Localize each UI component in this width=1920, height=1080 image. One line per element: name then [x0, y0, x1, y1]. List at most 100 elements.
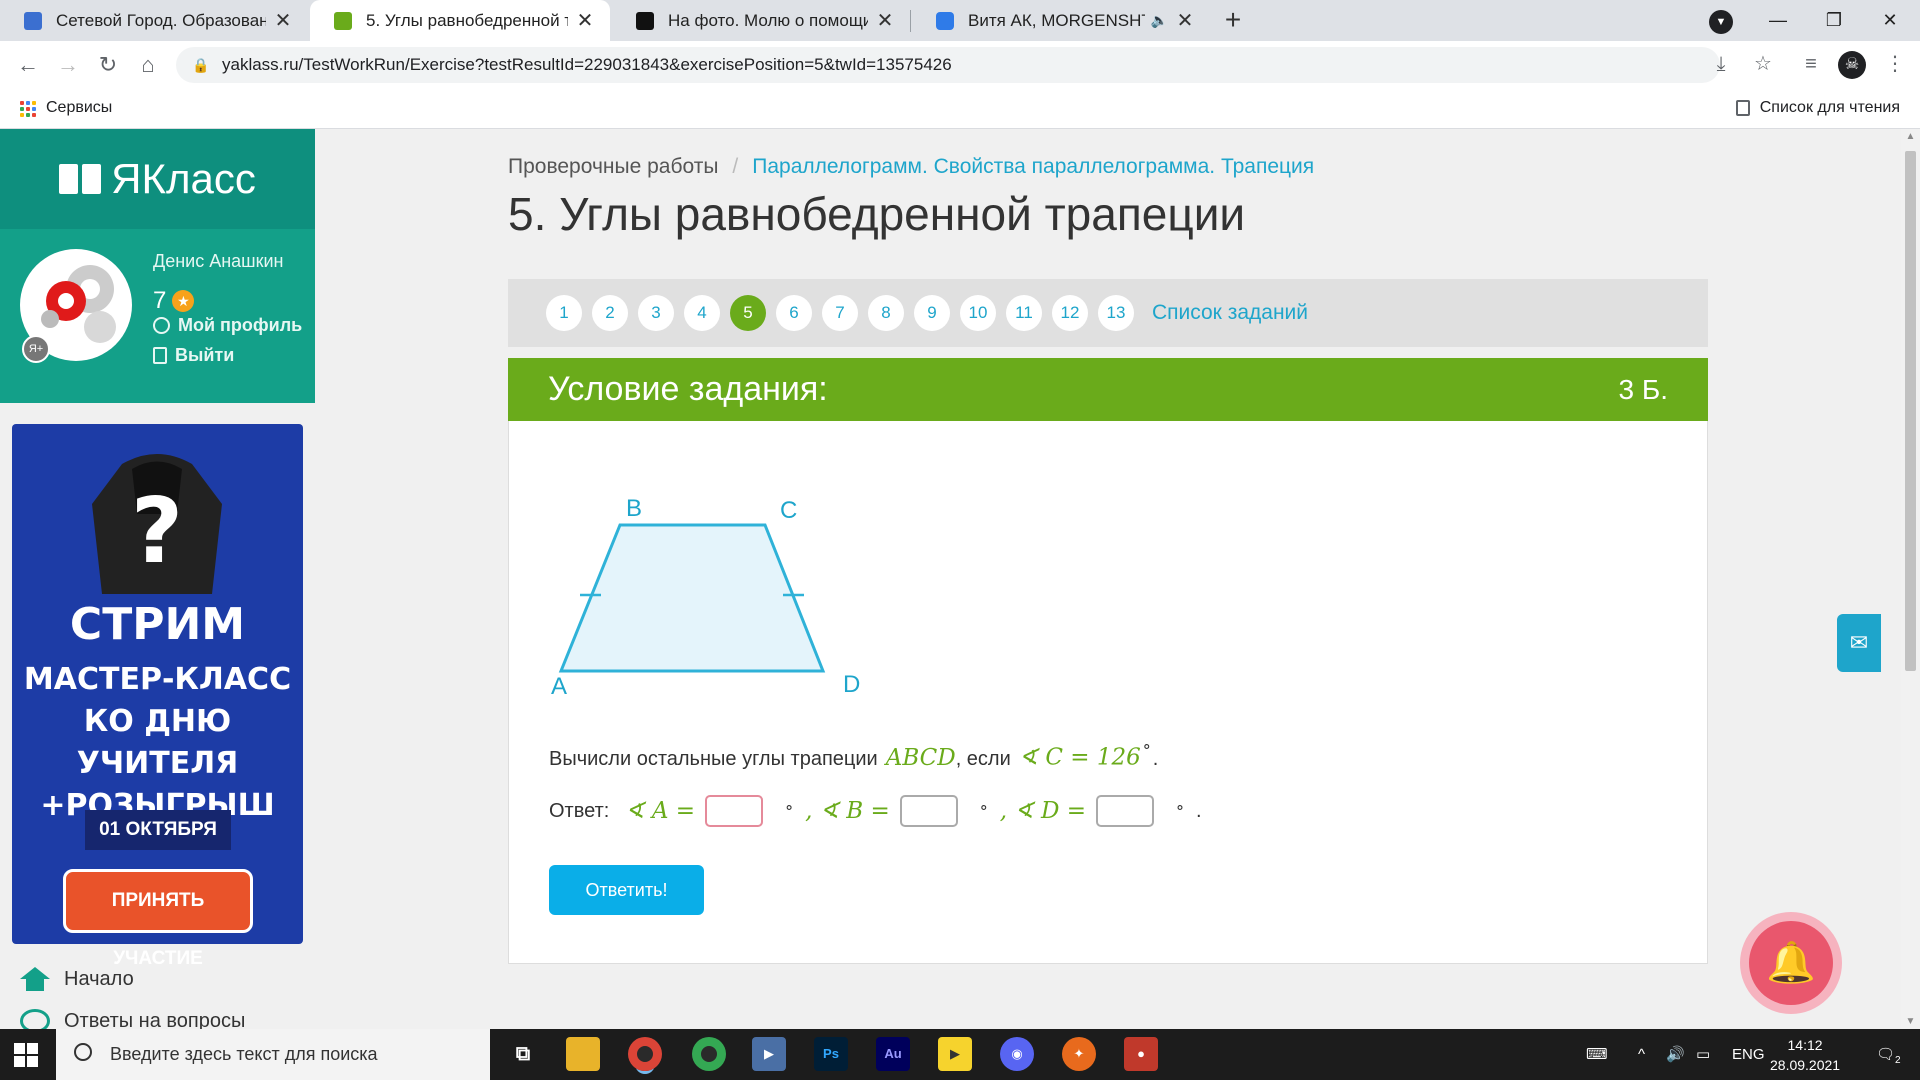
question-circle-icon	[20, 1009, 50, 1029]
tab-close-icon[interactable]: ✕	[1174, 8, 1196, 33]
fl-studio-icon[interactable]: ✦	[1062, 1037, 1096, 1071]
breadcrumb-link[interactable]: Параллелограмм. Свойства параллелограмма…	[752, 155, 1314, 179]
banner-line-1: МАСТЕР-КЛАСС	[23, 662, 292, 697]
reload-icon[interactable]: ↻	[92, 49, 124, 81]
reading-list-label: Список для чтения	[1759, 99, 1900, 116]
question-number-13[interactable]: 13	[1098, 295, 1134, 331]
back-arrow-icon[interactable]: ←	[12, 49, 44, 81]
condition-expr: ∢ C = 126	[1018, 744, 1141, 771]
media-player-icon[interactable]: ▶	[752, 1037, 786, 1071]
sidebar-item-answers[interactable]: Ответы на вопросы	[20, 1009, 245, 1029]
question-number-4[interactable]: 4	[684, 295, 720, 331]
notification-bell-button[interactable]: 🔔	[1740, 912, 1842, 1014]
close-window-button[interactable]: ✕	[1862, 0, 1918, 41]
screen-recorder-icon[interactable]: ●	[1124, 1037, 1158, 1071]
task-view-icon[interactable]: ⧉	[506, 1037, 540, 1071]
tab-current-exercise[interactable]: 5. Углы равнобедренной трапец ✕	[310, 0, 610, 41]
question-number-2[interactable]: 2	[592, 295, 628, 331]
question-number-6[interactable]: 6	[776, 295, 812, 331]
page-scrollbar[interactable]: ▲ ▼	[1901, 129, 1920, 1029]
tab-close-icon[interactable]: ✕	[574, 8, 596, 33]
audition-icon[interactable]: Au	[876, 1037, 910, 1071]
question-number-11[interactable]: 11	[1006, 295, 1042, 331]
taskbar-search[interactable]: Введите здесь текст для поиска	[56, 1029, 490, 1080]
logo-text: ЯКласс	[111, 155, 256, 202]
profile-link[interactable]: Мой профиль	[153, 315, 302, 336]
home-icon[interactable]: ⌂	[132, 49, 164, 81]
tab-video[interactable]: Витя АК, MORGENSHTERN – 🔈 ✕	[912, 0, 1210, 41]
feedback-mail-icon[interactable]: ✉	[1837, 614, 1881, 672]
question-navigator: 1 2 3 4 5 6 7 8 9 10 11 12 13 Список заданий	[508, 279, 1708, 347]
lock-icon[interactable]: 🔒	[192, 57, 209, 74]
chrome-alt-icon[interactable]	[692, 1037, 726, 1071]
restore-button[interactable]: ❐	[1806, 0, 1862, 41]
menu-kebab-icon[interactable]: ⋮	[1880, 49, 1910, 79]
tray-chevron-icon[interactable]: ^	[1638, 1029, 1645, 1080]
media-control-icon[interactable]: ≡	[1796, 49, 1826, 79]
scrollbar-thumb[interactable]	[1905, 151, 1916, 671]
tab-close-icon[interactable]: ✕	[874, 8, 896, 33]
task-list-link[interactable]: Список заданий	[1152, 301, 1308, 325]
profile-avatar-icon[interactable]: ☠	[1838, 51, 1866, 79]
volume-icon[interactable]: 🔊	[1666, 1029, 1685, 1080]
install-icon[interactable]: ⤓	[1706, 49, 1736, 79]
network-icon[interactable]: ▭	[1696, 1029, 1710, 1080]
url-text[interactable]: yaklass.ru/TestWorkRun/Exercise?testResu…	[222, 55, 952, 75]
question-number-8[interactable]: 8	[868, 295, 904, 331]
question-prefix: Вычисли остальные углы трапеции	[549, 747, 878, 770]
logout-link[interactable]: Выйти	[153, 345, 234, 366]
apps-grid-icon[interactable]	[20, 101, 36, 117]
angle-b-input[interactable]	[899, 795, 958, 827]
kmplayer-icon[interactable]: ▶	[938, 1037, 972, 1071]
breadcrumb-separator: /	[732, 155, 739, 178]
notifications-icon[interactable]: 🗨2	[1876, 1029, 1901, 1080]
tab-audio-icon[interactable]: 🔈	[1151, 12, 1168, 29]
file-explorer-icon[interactable]	[566, 1037, 600, 1071]
angle-d-input[interactable]	[1096, 795, 1155, 827]
clock-time: 14:12	[1787, 1037, 1823, 1053]
question-number-9[interactable]: 9	[914, 295, 950, 331]
breadcrumb-root[interactable]: Проверочные работы	[508, 155, 718, 179]
chrome-icon[interactable]	[628, 1037, 662, 1071]
question-number-3[interactable]: 3	[638, 295, 674, 331]
bookmark-services[interactable]: Сервисы	[46, 99, 112, 117]
task-header: Условие задания: 3 Б.	[508, 358, 1708, 421]
site-logo[interactable]: ЯКласс	[0, 129, 315, 229]
tab-setevoy-gorod[interactable]: Сетевой Город. Образование. Д ✕	[0, 0, 308, 41]
keyboard-icon[interactable]: ⌨	[1586, 1029, 1608, 1080]
system-clock[interactable]: 14:12 28.09.2021	[1770, 1035, 1840, 1075]
photoshop-icon[interactable]: Ps	[814, 1037, 848, 1071]
language-indicator[interactable]: ENG	[1732, 1029, 1765, 1080]
tab-title: 5. Углы равнобедренной трапец	[366, 10, 568, 30]
question-number-7[interactable]: 7	[822, 295, 858, 331]
question-number-5[interactable]: 5	[730, 295, 766, 331]
question-condition: ∢ C = 126 °	[1019, 741, 1153, 771]
scroll-down-arrow-icon[interactable]: ▼	[1901, 1016, 1920, 1027]
scroll-up-arrow-icon[interactable]: ▲	[1901, 131, 1920, 142]
angle-a-input[interactable]	[705, 795, 764, 827]
windows-start-icon[interactable]	[14, 1043, 38, 1067]
tab-title: Сетевой Город. Образование. Д	[56, 10, 266, 30]
tab-na-foto[interactable]: На фото. Молю о помощи... - Ш ✕	[612, 0, 910, 41]
answer-period: .	[1196, 799, 1202, 822]
question-number-12[interactable]: 12	[1052, 295, 1088, 331]
minimize-button[interactable]: —	[1750, 0, 1806, 41]
tab-search-icon[interactable]: ▼	[1709, 10, 1733, 34]
join-button[interactable]: ПРИНЯТЬ УЧАСТИЕ	[63, 869, 253, 969]
angle-d-label: , ∢ D =	[999, 798, 1087, 824]
address-bar[interactable]: 🔒 yaklass.ru/TestWorkRun/Exercise?testRe…	[176, 47, 1720, 83]
tab-close-icon[interactable]: ✕	[272, 8, 294, 33]
bookmark-star-icon[interactable]: ☆	[1748, 49, 1778, 79]
user-name[interactable]: Денис Анашкин	[153, 251, 283, 272]
new-tab-button[interactable]: +	[1218, 6, 1248, 36]
forward-arrow-icon[interactable]: →	[52, 49, 84, 81]
question-number-1[interactable]: 1	[546, 295, 582, 331]
promo-banner[interactable]: ? СТРИМ МАСТЕР-КЛАСС КО ДНЮ УЧИТЕЛЯ +РОЗ…	[12, 424, 303, 944]
question-number-10[interactable]: 10	[960, 295, 996, 331]
reading-list-button[interactable]: Список для чтения	[1735, 99, 1900, 117]
question-figure-name: ABCD	[885, 744, 956, 771]
discord-icon[interactable]: ◉	[1000, 1037, 1034, 1071]
submit-button[interactable]: Ответить!	[549, 865, 704, 915]
degree-sign: °	[1176, 801, 1185, 821]
vertex-label-a: A	[551, 673, 568, 700]
